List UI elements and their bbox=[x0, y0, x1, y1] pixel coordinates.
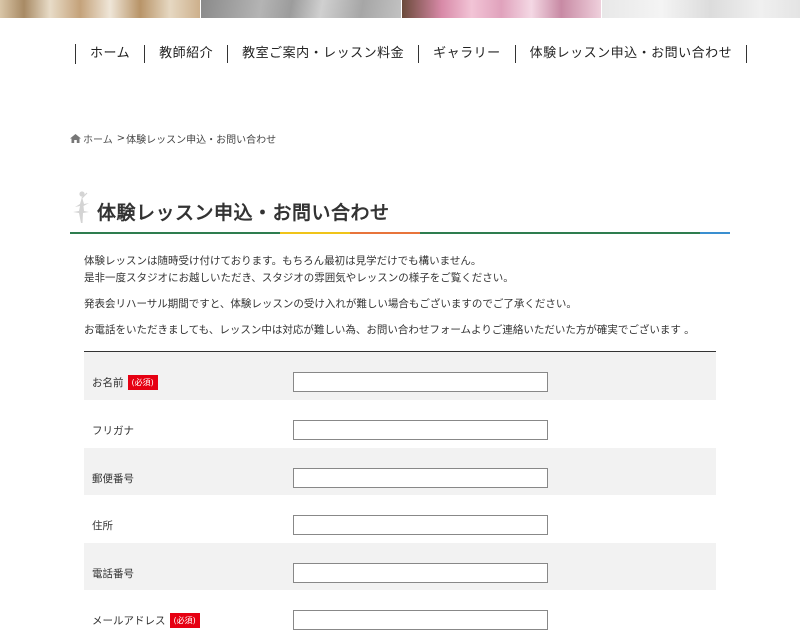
global-nav: ホーム 教師紹介 教室ご案内・レッスン料金 ギャラリー 体験レッスン申込・お問い… bbox=[75, 44, 748, 64]
postal-code-input[interactable] bbox=[293, 467, 548, 488]
field-label-address: 住所 bbox=[92, 520, 113, 532]
field-label-name: お名前 (必須) bbox=[92, 375, 158, 390]
form-row-email: メールアドレス (必須) bbox=[84, 590, 716, 638]
phone-input[interactable] bbox=[293, 562, 548, 583]
intro-line-2: 是非一度スタジオにお越しいただき、スタジオの雰囲気やレッスンの様子をご覧ください… bbox=[84, 272, 514, 284]
email-input[interactable] bbox=[293, 610, 548, 630]
nav-item-teachers[interactable]: 教師紹介 bbox=[145, 45, 229, 63]
required-badge: (必須) bbox=[127, 375, 158, 390]
breadcrumb-separator: > bbox=[116, 133, 126, 144]
intro-paragraph-1: 体験レッスンは随時受け付けております。もちろん最初は見学だけでも構いません。 是… bbox=[84, 253, 724, 287]
field-label-email: メールアドレス (必須) bbox=[92, 613, 200, 628]
field-label-email-text: メールアドレス bbox=[92, 615, 166, 627]
divider-segment-green-2 bbox=[420, 232, 700, 234]
form-row-phone: 電話番号 bbox=[84, 542, 716, 590]
contact-form: お名前 (必須) フリガナ 郵便番号 住所 電話番号 メールアドレス (必須) bbox=[84, 351, 716, 638]
nav-item-gallery[interactable]: ギャラリー bbox=[419, 45, 516, 63]
breadcrumb-current: 体験レッスン申込・お問い合わせ bbox=[126, 135, 277, 146]
page-heading: 体験レッスン申込・お問い合わせ bbox=[70, 190, 730, 234]
nav-item-trial-contact[interactable]: 体験レッスン申込・お問い合わせ bbox=[516, 45, 748, 63]
field-label-postal-code: 郵便番号 bbox=[92, 472, 134, 485]
breadcrumb: ホーム > 体験レッスン申込・お問い合わせ bbox=[70, 131, 276, 146]
form-row-furigana: フリガナ bbox=[84, 400, 716, 448]
required-badge: (必須) bbox=[169, 613, 200, 628]
nav-item-home[interactable]: ホーム bbox=[76, 45, 146, 63]
intro-paragraph-3: お電話をいただきましても、レッスン中は対応が難しい為、お問い合わせフォームよりご… bbox=[84, 324, 695, 336]
form-row-name: お名前 (必須) bbox=[84, 352, 716, 400]
field-label-phone: 電話番号 bbox=[92, 567, 134, 580]
ballerina-icon bbox=[70, 190, 94, 224]
intro-text: 体験レッスンは随時受け付けております。もちろん最初は見学だけでも構いません。 是… bbox=[84, 253, 724, 348]
intro-line-1: 体験レッスンは随時受け付けております。もちろん最初は見学だけでも構いません。 bbox=[84, 255, 482, 267]
divider-segment-green bbox=[70, 232, 280, 234]
field-label-furigana: フリガナ bbox=[92, 425, 134, 437]
field-label-name-text: お名前 bbox=[92, 377, 124, 389]
divider-segment-yellow bbox=[280, 232, 350, 234]
breadcrumb-home-link[interactable]: ホーム bbox=[83, 131, 113, 146]
form-row-postal-code: 郵便番号 bbox=[84, 447, 716, 495]
address-input[interactable] bbox=[293, 515, 548, 535]
intro-paragraph-2: 発表会リハーサル期間ですと、体験レッスンの受け入れが難しい場合もございますのでご… bbox=[84, 298, 577, 310]
header-photo-studio bbox=[200, 0, 401, 18]
divider-segment-orange bbox=[350, 232, 420, 234]
header-photo-strip bbox=[0, 0, 800, 18]
furigana-input[interactable] bbox=[293, 420, 548, 440]
nav-item-classroom-fees[interactable]: 教室ご案内・レッスン料金 bbox=[228, 45, 420, 63]
heading-divider bbox=[70, 232, 730, 234]
home-icon[interactable] bbox=[70, 134, 81, 143]
header-photo-costume bbox=[602, 0, 800, 18]
divider-segment-blue bbox=[700, 232, 730, 234]
header-photo-dolls bbox=[0, 0, 200, 18]
form-row-address: 住所 bbox=[84, 495, 716, 543]
header-photo-dancers bbox=[401, 0, 602, 18]
name-input[interactable] bbox=[293, 372, 548, 392]
page-title: 体験レッスン申込・お問い合わせ bbox=[97, 202, 390, 224]
